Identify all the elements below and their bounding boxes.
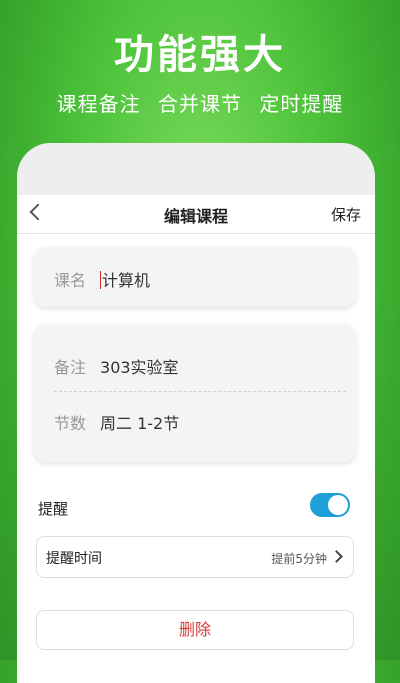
edit-form: 课名 计算机 备注 303实验室 节数 周二 1-2节 提醒 提醒时间 提前5分钟 删… [17, 234, 375, 683]
section-field[interactable]: 节数 周二 1-2节 [54, 410, 179, 434]
note-value: 303实验室 [100, 358, 179, 377]
course-name-value: 计算机 [102, 271, 151, 290]
course-name-label: 课名 [54, 271, 87, 290]
hero-title: 功能强大 [114, 32, 286, 78]
course-details-card: 备注 303实验室 节数 周二 1-2节 [34, 324, 356, 462]
reminder-label: 提醒 [38, 500, 69, 518]
hero-features: 课程备注 合并课节 定时提醒 [0, 88, 390, 117]
reminder-toggle[interactable] [310, 493, 350, 517]
nav-bar: 编辑课程 保存 [17, 195, 375, 234]
section-label: 节数 [54, 414, 87, 433]
phone-mockup: 编辑课程 保存 课名 计算机 备注 303实验室 节数 周二 1-2节 提醒 提醒时间… [17, 143, 375, 683]
text-cursor [100, 271, 102, 289]
delete-button[interactable]: 删除 [36, 610, 354, 650]
toggle-knob [328, 495, 348, 515]
reminder-time-label: 提醒时间 [46, 551, 102, 567]
note-label: 备注 [54, 358, 87, 377]
course-name-field[interactable]: 课名 计算机 [54, 267, 150, 291]
reminder-time-row[interactable]: 提醒时间 提前5分钟 [36, 536, 354, 578]
divider [54, 391, 346, 392]
page-title: 编辑课程 [163, 207, 228, 226]
status-area [17, 143, 375, 195]
chevron-right-icon [330, 550, 343, 563]
reminder-time-value: 提前5分钟 [271, 552, 327, 566]
feature-merge-sections: 合并课节 [158, 92, 242, 116]
course-name-card: 课名 计算机 [34, 247, 356, 307]
section-value: 周二 1-2节 [100, 414, 180, 433]
save-button[interactable]: 保存 [331, 204, 361, 225]
feature-timed-reminder: 定时提醒 [259, 92, 344, 116]
note-field[interactable]: 备注 303实验室 [54, 354, 179, 378]
feature-course-notes: 课程备注 [56, 92, 141, 116]
